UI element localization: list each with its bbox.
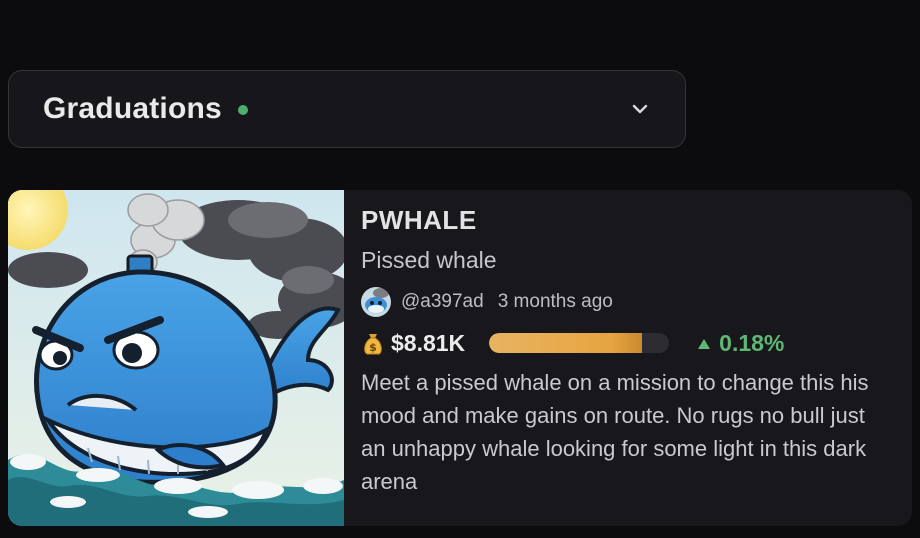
token-info: PWHALE Pissed whale @a397ad 3 months ago [344,190,912,526]
price-change: 0.18% [719,329,785,356]
creator-handle[interactable]: @a397ad [401,291,484,313]
bonding-progress-fill [489,333,643,353]
bonding-progress-bar [489,333,670,353]
money-bag-icon: $ [361,330,385,356]
svg-text:$: $ [369,341,377,354]
token-ticker: PWHALE [361,205,477,235]
creator-avatar[interactable] [361,287,391,317]
live-status-dot [237,105,248,115]
created-time: 3 months ago [497,291,613,312]
triangle-up-icon [697,337,711,349]
token-name: Pissed whale [361,247,497,273]
token-card[interactable]: PWHALE Pissed whale @a397ad 3 months ago [8,190,912,526]
stats-row: $ $8.81K 0.18% [361,326,896,360]
market-cap-value: $8.81K [391,329,466,356]
token-description: Meet a pissed whale on a mission to chan… [361,370,869,494]
graduations-dropdown[interactable]: Graduations [8,70,686,148]
dropdown-label: Graduations [43,92,222,125]
token-image[interactable] [8,190,344,526]
chevron-down-icon[interactable] [629,98,651,120]
creator-row: @a397ad 3 months ago [361,286,896,318]
